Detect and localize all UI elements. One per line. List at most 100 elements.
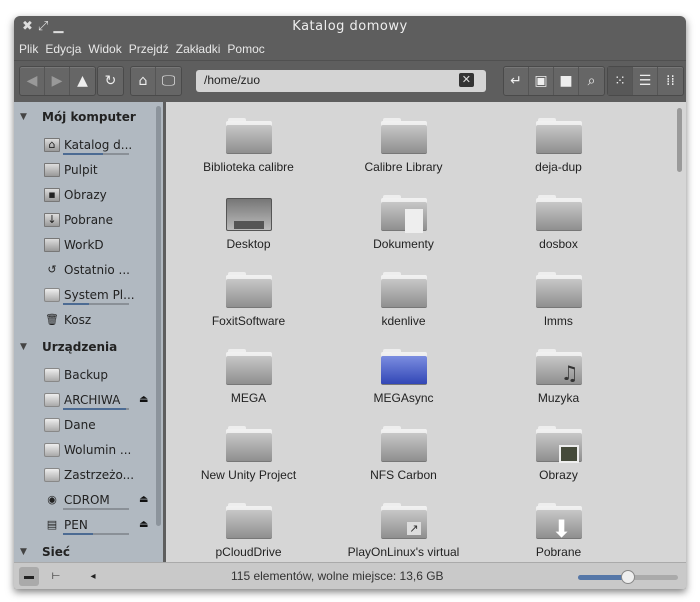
forward-button[interactable]: ▶: [45, 67, 70, 95]
window-title: Katalog domowy: [292, 19, 408, 34]
home-button[interactable]: ⌂: [131, 67, 156, 95]
file-name: deja-dup: [535, 160, 582, 174]
file-item[interactable]: Obrazy: [481, 426, 636, 503]
file-item[interactable]: Calibre Library: [326, 118, 481, 195]
sidebar-item-label: PEN: [64, 517, 88, 532]
eject-icon[interactable]: ⏏: [139, 519, 148, 530]
menu-5[interactable]: Pomoc: [227, 42, 264, 56]
folder-icon: [225, 426, 272, 462]
menu-3[interactable]: Przejdź: [129, 42, 169, 56]
menu-2[interactable]: Widok: [88, 42, 121, 56]
sidebar-item[interactable]: ↺ Ostatnio ...: [14, 257, 163, 282]
folder-icon: [535, 272, 582, 308]
drive-icon: [44, 367, 60, 382]
menu-4[interactable]: Zakładki: [176, 42, 221, 56]
file-name: MEGA: [230, 391, 267, 405]
terminal-button[interactable]: ▣: [529, 67, 554, 95]
usage-bar: [63, 408, 129, 410]
sidebar-scrollbar[interactable]: [156, 106, 161, 526]
sidebar-item[interactable]: Pulpit: [14, 157, 163, 182]
file-item[interactable]: ♫ Muzyka: [481, 349, 636, 426]
folder-icon: [380, 118, 427, 154]
folder-icon: [380, 272, 427, 308]
icon-view-button[interactable]: ⁙: [608, 67, 633, 95]
collapse-triangle-icon[interactable]: ▼: [20, 112, 42, 122]
sidebar-item[interactable]: ↓ Pobrane: [14, 207, 163, 232]
file-item[interactable]: Dokumenty: [326, 195, 481, 272]
open-location-button[interactable]: ↵: [504, 67, 529, 95]
sidebar-section[interactable]: ▼ Mój komputer: [14, 102, 163, 132]
file-item[interactable]: Desktop: [171, 195, 326, 272]
file-name: Calibre Library: [364, 160, 443, 174]
sidebar-item[interactable]: System Pl...: [14, 282, 163, 307]
compact-view-button[interactable]: ⁞⁞: [658, 67, 683, 95]
file-item[interactable]: kdenlive: [326, 272, 481, 349]
folder-icon: [535, 118, 582, 154]
drive-icon: [44, 392, 60, 407]
file-item[interactable]: FoxitSoftware: [171, 272, 326, 349]
sidebar-item[interactable]: ▤ PEN ⏏: [14, 512, 163, 537]
new-folder-button[interactable]: ■: [554, 67, 579, 95]
sidebar-item[interactable]: Backup: [14, 362, 163, 387]
file-manager-window: ✖ ⤢ ▁ Katalog domowy Plik Edycja Widok Prze…: [14, 16, 686, 589]
sidebar-item[interactable]: Dane: [14, 412, 163, 437]
zoom-slider-handle[interactable]: [621, 570, 635, 584]
sidebar-item-label: Dane: [64, 417, 96, 432]
file-item[interactable]: MEGAsync: [326, 349, 481, 426]
reload-button[interactable]: ↻: [98, 67, 123, 95]
file-name: New Unity Project: [200, 468, 297, 482]
places-pane-button[interactable]: ▬: [19, 567, 39, 586]
sidebar-item[interactable]: ▪ Obrazy: [14, 182, 163, 207]
menu-0[interactable]: Plik: [19, 42, 38, 56]
file-name: lmms: [544, 314, 573, 328]
sidebar-item[interactable]: 🗑 Kosz: [14, 307, 163, 332]
downloads-folder-icon: ↓: [44, 212, 60, 227]
usb-drive-icon: ▤: [46, 518, 58, 531]
file-view-scrollbar[interactable]: [677, 108, 682, 172]
search-button[interactable]: ⌕: [579, 67, 604, 95]
up-button[interactable]: ▲: [70, 67, 95, 95]
file-name: Biblioteka calibre: [203, 160, 294, 174]
file-item[interactable]: deja-dup: [481, 118, 636, 195]
file-item[interactable]: dosbox: [481, 195, 636, 272]
eject-icon[interactable]: ⏏: [139, 394, 148, 405]
back-button[interactable]: ◀: [20, 67, 45, 95]
clear-path-icon[interactable]: ✕: [458, 73, 474, 87]
eject-icon[interactable]: ⏏: [139, 494, 148, 505]
path-text: /home/zuo: [204, 73, 261, 87]
sidebar-item-label: Ostatnio ...: [64, 262, 130, 277]
desktop-icon: [44, 162, 60, 177]
file-name: Obrazy: [539, 468, 578, 482]
sidebar-item-label: CDROM: [64, 492, 110, 507]
zoom-slider[interactable]: [578, 570, 678, 584]
computer-button[interactable]: 🖵: [156, 67, 181, 95]
file-item[interactable]: lmms: [481, 272, 636, 349]
file-item[interactable]: Biblioteka calibre: [171, 118, 326, 195]
sidebar-item[interactable]: WorkD: [14, 232, 163, 257]
file-item[interactable]: MEGA: [171, 349, 326, 426]
folder-icon: [44, 237, 60, 252]
sidebar-item[interactable]: ⌂ Katalog d...: [14, 132, 163, 157]
desktop-folder-icon: [225, 195, 272, 231]
sidebar-section[interactable]: ▼ Urządzenia: [14, 332, 163, 362]
sidebar-item-label: ARCHIWA: [64, 392, 121, 407]
blue-folder-icon: [380, 349, 427, 385]
sidebar-item-label: System Pl...: [64, 287, 135, 302]
file-item[interactable]: NFS Carbon: [326, 426, 481, 503]
statusbar: ▬ ⊢ ◂ 115 elementów, wolne miejsce: 13,6…: [14, 562, 686, 589]
usage-bar: [63, 303, 129, 305]
sidebar-item[interactable]: ◉ CDROM ⏏: [14, 487, 163, 512]
section-title: Mój komputer: [42, 110, 136, 124]
list-view-button[interactable]: ☰: [633, 67, 658, 95]
file-item[interactable]: New Unity Project: [171, 426, 326, 503]
collapse-triangle-icon[interactable]: ▼: [20, 547, 42, 557]
tree-pane-button[interactable]: ⊢: [46, 567, 66, 586]
sidebar-item[interactable]: Zastrzeżo...: [14, 462, 163, 487]
toggle-sidebar-button[interactable]: ◂: [83, 567, 103, 586]
path-input[interactable]: /home/zuo ✕: [196, 70, 486, 92]
collapse-triangle-icon[interactable]: ▼: [20, 342, 42, 352]
sidebar-item[interactable]: ARCHIWA ⏏: [14, 387, 163, 412]
pictures-folder-icon: ▪: [44, 187, 60, 202]
sidebar-item[interactable]: Wolumin ...: [14, 437, 163, 462]
menu-1[interactable]: Edycja: [45, 42, 81, 56]
